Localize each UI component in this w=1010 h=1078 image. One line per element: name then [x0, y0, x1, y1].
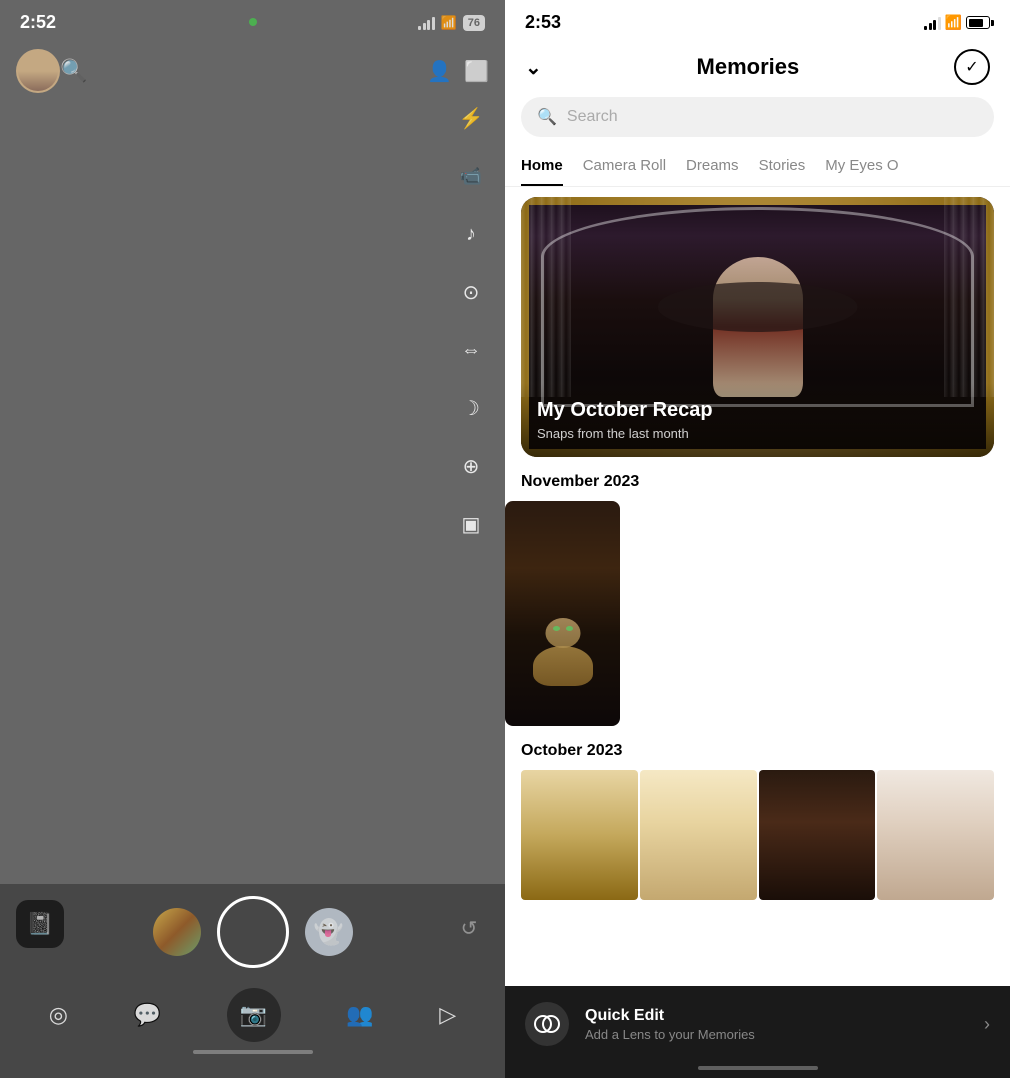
quick-edit-icon: [525, 1002, 569, 1046]
october-photos-row: [521, 770, 994, 900]
battery-tip: [991, 20, 994, 26]
featured-title: My October Recap: [537, 399, 978, 422]
avatar[interactable]: [16, 49, 60, 93]
search-placeholder: Search: [567, 108, 618, 126]
camera-bottom-bar: 👻 ◎ 💬 📷 👥 ▷: [0, 884, 505, 1078]
battery-right: [966, 16, 990, 29]
quick-edit-bar[interactable]: Quick Edit Add a Lens to your Memories ›: [505, 986, 1010, 1078]
tab-my-eyes-only[interactable]: My Eyes O: [825, 149, 898, 186]
chevron-down-icon[interactable]: ⌄: [525, 55, 542, 80]
play-nav-icon[interactable]: ▷: [439, 1002, 456, 1028]
quick-edit-text: Quick Edit Add a Lens to your Memories: [585, 1007, 968, 1042]
november-2023-header: November 2023: [505, 457, 1010, 501]
signal-bars-right: [924, 16, 941, 30]
left-deco: [521, 197, 571, 397]
memories-title: Memories: [697, 54, 800, 80]
home-indicator-left: [193, 1050, 313, 1054]
memories-screen: 2:53 📶 ⌄ Memories ✓ 🔍 Search Home Camera…: [505, 0, 1010, 1078]
cat-eye-left: [553, 626, 560, 631]
status-dot: [249, 18, 257, 26]
october-photo-4[interactable]: [877, 770, 994, 900]
avatar-image: [18, 51, 58, 91]
cat-head: [545, 618, 580, 648]
right-time: 2:53: [525, 12, 561, 33]
add-icon[interactable]: ⊕: [453, 448, 489, 484]
cat-eye-right: [566, 626, 573, 631]
signal-bar-3: [427, 20, 430, 30]
video-icon[interactable]: 📹: [453, 158, 489, 194]
wifi-icon-left: 📶: [441, 15, 457, 31]
signal-bar-r3: [933, 20, 936, 30]
tab-camera-roll[interactable]: Camera Roll: [583, 149, 666, 186]
search-icon: 🔍: [537, 107, 557, 127]
flip-icon[interactable]: ⇔: [453, 332, 489, 368]
quick-edit-arrow-icon: ›: [984, 1014, 990, 1035]
moon-icon[interactable]: ☽: [453, 390, 489, 426]
signal-bar-r1: [924, 26, 927, 30]
add-friend-icon[interactable]: 👤: [427, 59, 452, 84]
featured-recap-card[interactable]: My October Recap Snaps from the last mon…: [521, 197, 994, 457]
lens-option-1[interactable]: [153, 908, 201, 956]
tab-home[interactable]: Home: [521, 149, 563, 186]
cat-body: [533, 646, 593, 686]
quick-edit-title: Quick Edit: [585, 1007, 968, 1025]
october-2023-header: October 2023: [505, 726, 1010, 770]
october-photo-3[interactable]: [759, 770, 876, 900]
tab-dreams[interactable]: Dreams: [686, 149, 739, 186]
signal-bar-1: [418, 26, 421, 30]
home-indicator-right: [698, 1066, 818, 1070]
memories-tabs: Home Camera Roll Dreams Stories My Eyes …: [505, 149, 1010, 187]
search-bar[interactable]: 🔍 Search: [521, 97, 994, 137]
spectacles-icon[interactable]: ⬜: [464, 59, 489, 84]
featured-subtitle: Snaps from the last month: [537, 426, 978, 441]
signal-bars-left: [418, 16, 435, 30]
wifi-icon-right: 📶: [945, 14, 962, 31]
location-nav-icon[interactable]: ◎: [49, 1002, 68, 1028]
right-status-bar: 2:53 📶: [505, 0, 1010, 41]
shutter-button[interactable]: [217, 896, 289, 968]
right-deco: [944, 197, 994, 397]
search-icon[interactable]: 🔍: [60, 58, 87, 84]
camera-right-toolbar: ⚡ 📹 ♪ ⊙ ⇔ ☽ ⊕ ▣: [453, 100, 489, 542]
flash-off-icon[interactable]: ⚡: [453, 100, 489, 136]
chat-nav-icon[interactable]: 💬: [134, 1002, 161, 1028]
signal-bar-r4: [938, 17, 941, 30]
featured-caption: My October Recap Snaps from the last mon…: [521, 383, 994, 457]
signal-bar-2: [423, 23, 426, 30]
music-icon[interactable]: ♪: [453, 216, 489, 252]
october-photo-2[interactable]: [640, 770, 757, 900]
ghost-icon: 👻: [314, 918, 344, 947]
battery-left: 76: [463, 15, 485, 31]
camera-icon: 📷: [240, 1002, 267, 1028]
left-status-icons: 📶 76: [418, 15, 485, 31]
camera-rotate-icon[interactable]: ⊙: [453, 274, 489, 310]
battery-fill: [969, 19, 983, 27]
lens-option-2[interactable]: 👻: [305, 908, 353, 956]
signal-bar-r2: [929, 23, 932, 30]
camera-nav-button[interactable]: 📷: [227, 988, 281, 1042]
signal-bar-4: [432, 17, 435, 30]
quick-edit-subtitle: Add a Lens to your Memories: [585, 1027, 968, 1042]
camera-top-bar: 🔍 👤 ⬜: [0, 41, 505, 101]
select-button[interactable]: ✓: [954, 49, 990, 85]
bottom-nav-bar: ◎ 💬 📷 👥 ▷: [0, 988, 505, 1042]
shutter-row: 👻: [0, 896, 505, 968]
right-status-icons: 📶: [924, 14, 990, 31]
cat-photo-thumb[interactable]: [505, 501, 620, 726]
lens-icon-svg: [531, 1008, 563, 1040]
friends-nav-icon[interactable]: 👥: [346, 1002, 373, 1028]
tab-stories[interactable]: Stories: [759, 149, 806, 186]
october-photo-1[interactable]: [521, 770, 638, 900]
memories-header: ⌄ Memories ✓: [505, 41, 1010, 97]
camera-screen: 2:52 📶 76 🔍 👤 ⬜ ⚡ 📹 ♪ ⊙ ⇔ ☽: [0, 0, 505, 1078]
left-time: 2:52: [20, 12, 56, 33]
memories-content: My October Recap Snaps from the last mon…: [505, 187, 1010, 1078]
screenshot-icon[interactable]: ▣: [453, 506, 489, 542]
